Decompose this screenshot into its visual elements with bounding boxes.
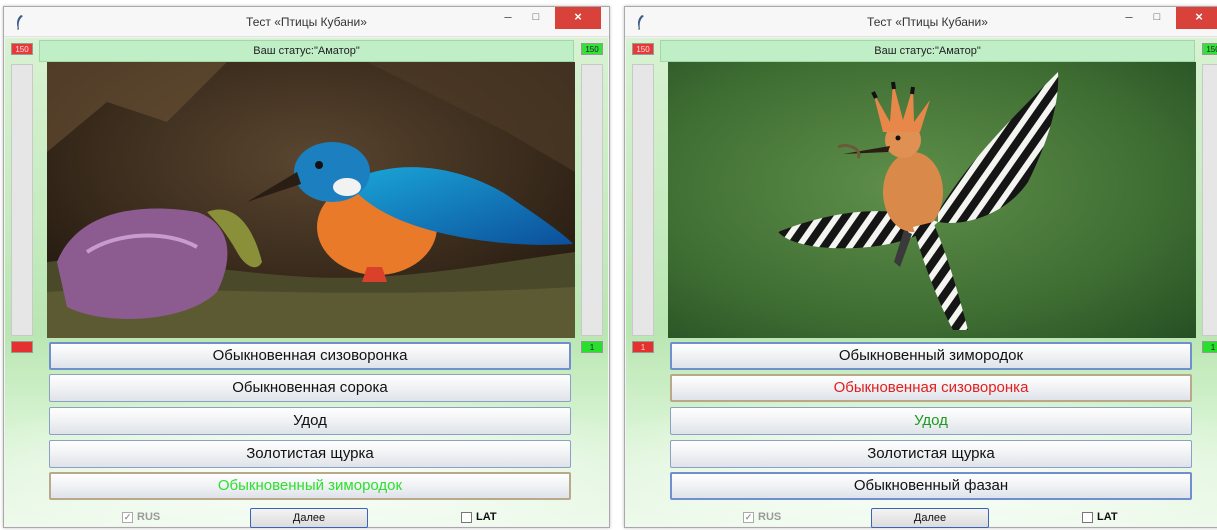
checkbox-unchecked-icon	[461, 511, 472, 523]
wrong-answers-gauge	[632, 64, 654, 336]
close-button[interactable]: ×	[555, 7, 601, 29]
correct-answers-gauge	[581, 64, 603, 336]
score-counter-top-right: 150	[581, 43, 603, 55]
bottom-controls: ✓ RUS Далее LAT	[5, 508, 608, 528]
status-bar: Ваш статус:"Аматор"	[660, 40, 1195, 62]
status-bar: Ваш статус:"Аматор"	[39, 40, 574, 62]
maximize-button[interactable]: □	[523, 7, 549, 29]
correct-answers-gauge	[1202, 64, 1217, 336]
lat-checkbox[interactable]: LAT	[461, 511, 497, 523]
bird-photo	[47, 62, 575, 338]
lat-label: LAT	[1097, 511, 1118, 523]
minimize-button[interactable]: –	[1116, 7, 1142, 29]
answer-option-3[interactable]: Удод	[49, 407, 571, 435]
quiz-window-left: Тест «Птицы Кубани» – □ × 150 150 Ваш ст…	[3, 6, 610, 528]
answer-option-1[interactable]: Обыкновенный зимородок	[670, 342, 1192, 370]
score-counter-top-left: 150	[11, 43, 33, 55]
quiz-client-area: 150 150 Ваш статус:"Аматор"	[5, 38, 608, 528]
correct-counter: 1	[581, 341, 603, 353]
wrong-answers-gauge	[11, 64, 33, 336]
score-counter-top-left: 150	[632, 43, 654, 55]
close-button[interactable]: ×	[1176, 7, 1217, 29]
lat-checkbox[interactable]: LAT	[1082, 511, 1118, 523]
title-bar[interactable]: Тест «Птицы Кубани» – □ ×	[4, 7, 609, 37]
bottom-controls: ✓ RUS Далее LAT	[626, 508, 1217, 528]
answer-option-4[interactable]: Золотистая щурка	[670, 440, 1192, 468]
next-button[interactable]: Далее	[871, 508, 989, 528]
answer-option-1[interactable]: Обыкновенная сизоворонка	[49, 342, 571, 370]
lat-label: LAT	[476, 511, 497, 523]
wrong-counter	[11, 341, 33, 353]
checkbox-checked-icon: ✓	[122, 511, 133, 523]
rus-checkbox[interactable]: ✓ RUS	[122, 511, 160, 523]
answer-option-3[interactable]: Удод	[670, 407, 1192, 435]
correct-counter: 1	[1202, 341, 1217, 353]
wrong-counter: 1	[632, 341, 654, 353]
kingfisher-photo	[47, 62, 575, 338]
checkbox-unchecked-icon	[1082, 511, 1093, 523]
rus-checkbox[interactable]: ✓ RUS	[743, 511, 781, 523]
answer-option-2[interactable]: Обыкновенная сизоворонка	[670, 374, 1192, 402]
maximize-button[interactable]: □	[1144, 7, 1170, 29]
rus-label: RUS	[758, 511, 782, 523]
answer-option-2[interactable]: Обыкновенная сорока	[49, 374, 571, 402]
bird-photo	[668, 62, 1196, 338]
next-button[interactable]: Далее	[250, 508, 368, 528]
answer-option-5[interactable]: Обыкновенный фазан	[670, 472, 1192, 500]
score-counter-top-right: 150	[1202, 43, 1217, 55]
answer-option-4[interactable]: Золотистая щурка	[49, 440, 571, 468]
answer-option-5[interactable]: Обыкновенный зимородок	[49, 472, 571, 500]
rus-label: RUS	[137, 511, 161, 523]
quiz-client-area: 150 150 Ваш статус:"Аматор"	[626, 38, 1217, 528]
title-bar[interactable]: Тест «Птицы Кубани» – □ ×	[625, 7, 1217, 37]
minimize-button[interactable]: –	[495, 7, 521, 29]
hoopoe-photo	[668, 62, 1196, 338]
checkbox-checked-icon: ✓	[743, 511, 754, 523]
quiz-window-right: Тест «Птицы Кубани» – □ × 150 150 Ваш ст…	[624, 6, 1217, 528]
